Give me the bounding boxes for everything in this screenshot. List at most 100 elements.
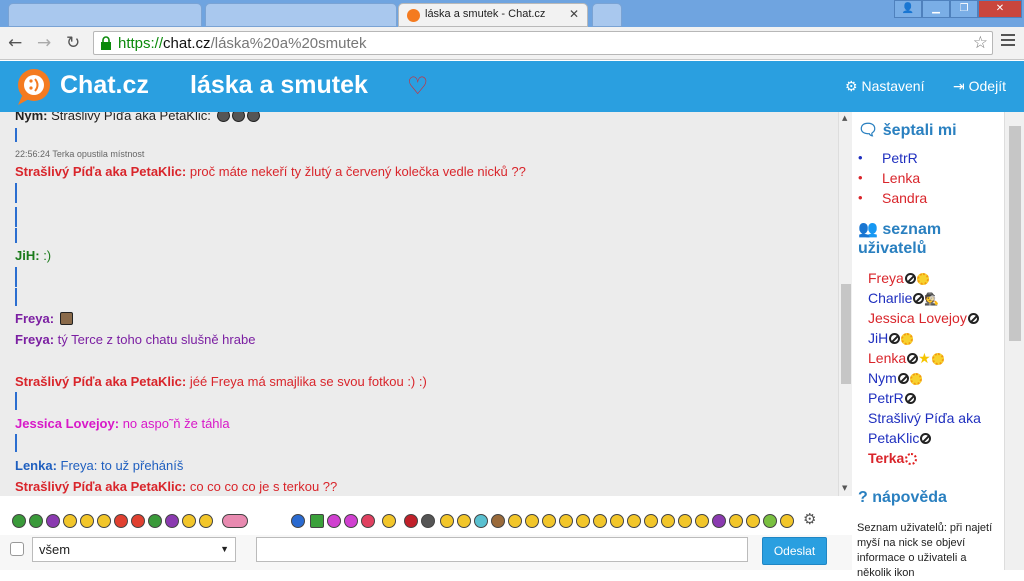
new-tab-button[interactable] [592, 3, 622, 27]
address-bar[interactable]: https://chat.cz/láska%20a%20smutek ☆ [93, 31, 993, 55]
url-text: https://chat.cz/láska%20a%20smutek [118, 35, 367, 52]
emoticon-icon[interactable] [291, 514, 305, 528]
browser-menu-icon[interactable] [1001, 34, 1015, 49]
user-petaklic[interactable]: PetaKlic [868, 430, 932, 446]
user-jessica-lovejoy[interactable]: Jessica Lovejoy [868, 310, 979, 326]
scrollbar-thumb[interactable] [1009, 126, 1021, 341]
minimize-icon[interactable]: ▁ [922, 0, 950, 18]
exit-icon: ⇥ [953, 78, 965, 94]
blocked-icon [920, 433, 932, 444]
emoticon-icon[interactable] [80, 514, 94, 528]
blocked-icon [907, 353, 919, 364]
blocked-icon [904, 393, 916, 404]
message-input[interactable] [256, 537, 748, 562]
whisper-item[interactable]: PetrR [882, 150, 927, 170]
emoticon-icon[interactable] [310, 514, 324, 528]
bookmark-star-icon[interactable]: ☆ [973, 33, 988, 53]
maximize-icon[interactable]: ❐ [950, 0, 978, 18]
emoticon-icon[interactable] [627, 514, 641, 528]
send-button[interactable]: Odeslat [762, 537, 827, 565]
blocked-icon [889, 333, 901, 344]
emoticon-icon[interactable] [712, 514, 726, 528]
back-icon[interactable]: ← [8, 33, 22, 53]
browser-tab[interactable] [205, 3, 397, 27]
browser-tab-active[interactable]: láska a smutek - Chat.cz ✕ [398, 3, 588, 27]
emoticon-icon[interactable] [491, 514, 505, 528]
settings-link[interactable]: ⚙ Nastavení [845, 78, 925, 95]
emoticon-icon[interactable] [508, 514, 522, 528]
emoticon-icon[interactable] [63, 514, 77, 528]
emoticon-icon[interactable] [165, 514, 179, 528]
browser-tab[interactable] [8, 3, 202, 27]
emoticon-icon[interactable] [559, 514, 573, 528]
emoticon-icon[interactable] [29, 514, 43, 528]
forward-icon[interactable]: → [37, 33, 51, 53]
emoticon-icon[interactable] [542, 514, 556, 528]
user-icon[interactable]: 👤 [894, 0, 922, 18]
system-message: 22:56:24 Terka opustila místnost [15, 149, 145, 159]
star-icon: ★ [918, 350, 931, 366]
emoticon-icon[interactable] [525, 514, 539, 528]
scroll-down-icon[interactable]: ▼ [842, 484, 847, 492]
brand-name[interactable]: Chat.cz [60, 71, 149, 100]
user-freya[interactable]: Freya [868, 270, 929, 286]
user-charlie[interactable]: Charlie 🕵 [868, 290, 939, 306]
emoticon-icon[interactable] [746, 514, 760, 528]
user-strasllivy-pida[interactable]: Strašlivý Píďa aka [868, 410, 981, 426]
emoticon-icon[interactable] [148, 514, 162, 528]
recipient-select[interactable]: všem ▼ [32, 537, 236, 562]
emoticon-icon[interactable] [344, 514, 358, 528]
emoticon-icon[interactable] [729, 514, 743, 528]
emoticon-icon[interactable] [182, 514, 196, 528]
page-scrollbar[interactable] [1004, 112, 1024, 570]
reload-icon[interactable]: ↻ [66, 33, 80, 53]
scroll-up-icon[interactable]: ▲ [842, 114, 847, 122]
users-heading: 👥 seznam uživatelů [858, 221, 942, 257]
browser-toolbar: ← → ↻ https://chat.cz/láska%20a%20smutek… [0, 27, 1024, 60]
emoticon-icon[interactable] [222, 514, 248, 528]
emoticon-icon[interactable] [114, 514, 128, 528]
emoticon-icon[interactable] [661, 514, 675, 528]
emoticon-icon[interactable] [576, 514, 590, 528]
emoticon-icon[interactable] [361, 514, 375, 528]
emoticon-icon[interactable] [97, 514, 111, 528]
emoticon-icon[interactable] [421, 514, 435, 528]
emoticon-icon[interactable] [644, 514, 658, 528]
close-window-icon[interactable]: ✕ [978, 0, 1022, 18]
user-jih[interactable]: JiH [868, 330, 914, 346]
user-lenka[interactable]: Lenka ★ [868, 350, 944, 367]
emoticon-icon[interactable] [131, 514, 145, 528]
chat-scrollbar[interactable]: ▲ ▼ [838, 112, 852, 496]
emoticon-icon[interactable] [199, 514, 213, 528]
emoticon-icon[interactable] [327, 514, 341, 528]
scrollbar-thumb[interactable] [841, 284, 851, 384]
browser-tab-strip: láska a smutek - Chat.cz ✕ 👤 ▁ ❐ ✕ [0, 0, 1024, 27]
emoticon-icon[interactable] [382, 514, 396, 528]
emoticon-icon[interactable] [440, 514, 454, 528]
blocked-icon [897, 373, 909, 384]
emoticon-icon[interactable] [404, 514, 418, 528]
user-petrr[interactable]: PetrR [868, 390, 916, 406]
emoticon-icon[interactable] [457, 514, 471, 528]
heart-icon: ♡ [407, 72, 429, 100]
logout-link[interactable]: ⇥ Odejít [953, 78, 1006, 95]
emoticon-icon[interactable] [678, 514, 692, 528]
whisper-item[interactable]: Lenka [882, 170, 927, 190]
close-tab-icon[interactable]: ✕ [569, 7, 579, 21]
whisper-item[interactable]: Sandra [882, 190, 927, 210]
emoticon-icon[interactable] [474, 514, 488, 528]
user-nym[interactable]: Nym [868, 370, 922, 386]
emoticon-icon[interactable] [593, 514, 607, 528]
emoticon-icon[interactable] [763, 514, 777, 528]
tab-title: láska a smutek - Chat.cz [425, 8, 546, 20]
blocked-icon [913, 293, 925, 304]
emoticon-icon[interactable] [780, 514, 794, 528]
emoticon-settings-gear-icon[interactable]: ⚙ [803, 510, 816, 528]
message-divider [15, 128, 17, 142]
emoticon-icon[interactable] [610, 514, 624, 528]
emoticon-icon[interactable] [695, 514, 709, 528]
emoticon-icon[interactable] [46, 514, 60, 528]
user-terka[interactable]: Terka [868, 450, 918, 466]
private-checkbox[interactable] [10, 542, 24, 556]
emoticon-icon[interactable] [12, 514, 26, 528]
